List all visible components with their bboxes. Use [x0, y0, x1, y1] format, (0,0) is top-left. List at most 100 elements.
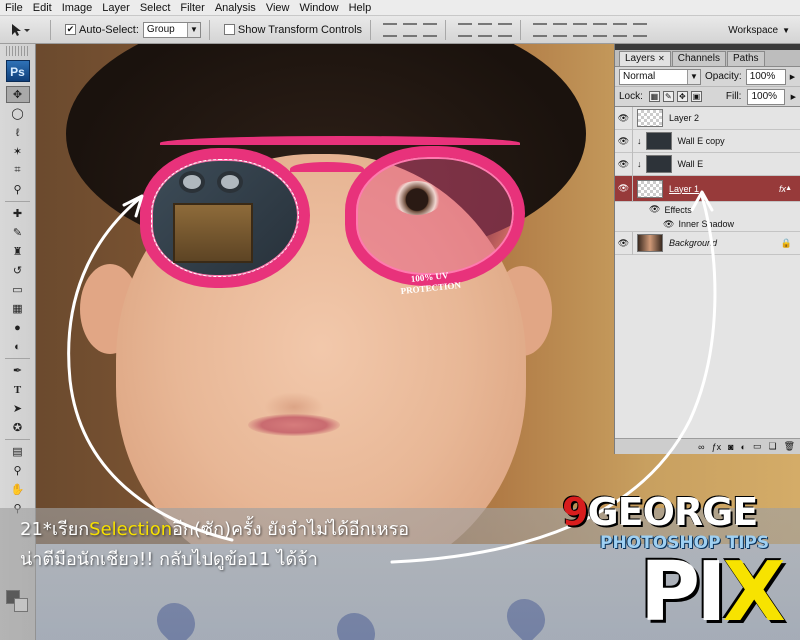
- menu-edit[interactable]: Edit: [28, 0, 57, 16]
- menu-select[interactable]: Select: [135, 0, 176, 16]
- align-top-icon[interactable]: [383, 22, 398, 37]
- distribute-vcenter-icon[interactable]: [553, 22, 568, 37]
- crop-tool-icon[interactable]: ⌗: [6, 162, 30, 179]
- new-layer-icon[interactable]: ❏: [768, 441, 776, 452]
- fill-value: 100%: [751, 91, 778, 102]
- menu-file[interactable]: File: [0, 0, 28, 16]
- chevron-right-icon[interactable]: ▶: [791, 93, 796, 101]
- distribute-hcenter-icon[interactable]: [613, 22, 628, 37]
- chevron-right-icon[interactable]: ▶: [790, 73, 795, 81]
- align-bottom-icon[interactable]: [423, 22, 438, 37]
- logo-pi: PI: [640, 545, 727, 640]
- ps-logo[interactable]: Ps: [5, 60, 30, 82]
- eyedropper-sample-icon[interactable]: ⚲: [6, 462, 30, 479]
- align-hcenter-icon[interactable]: [478, 22, 493, 37]
- menu-layer[interactable]: Layer: [97, 0, 135, 16]
- chevron-down-icon: ▼: [782, 25, 790, 35]
- toolbox-grip[interactable]: [6, 46, 29, 56]
- menu-analysis[interactable]: Analysis: [210, 0, 261, 16]
- opacity-label: Opacity:: [705, 71, 742, 82]
- dodge-tool-icon[interactable]: ◐: [6, 338, 30, 355]
- adjustment-layer-icon[interactable]: ◐: [741, 442, 746, 452]
- path-selection-icon[interactable]: ➤: [6, 400, 30, 417]
- pen-tool-icon[interactable]: ✒: [6, 362, 30, 379]
- layer-row-wall-e-copy[interactable]: 👁 ↓ Wall E copy: [615, 129, 800, 153]
- menu-image[interactable]: Image: [57, 0, 98, 16]
- tab-layers[interactable]: Layers ✕: [619, 51, 671, 66]
- brush-tool-icon[interactable]: ✎: [6, 224, 30, 241]
- layer-name: Layer 2: [669, 113, 700, 123]
- lock-all-icon[interactable]: ▣: [690, 91, 702, 102]
- distribute-bottom-icon[interactable]: [573, 22, 588, 37]
- menu-help[interactable]: Help: [344, 0, 377, 16]
- fill-field[interactable]: 100%: [747, 88, 785, 105]
- align-vcenter-icon[interactable]: [403, 22, 418, 37]
- hand-tool-icon[interactable]: ✋: [6, 481, 30, 498]
- close-icon[interactable]: ✕: [658, 54, 665, 63]
- blend-row: Normal ▼ Opacity: 100% ▶: [615, 67, 800, 87]
- shape-tool-icon[interactable]: ✪: [6, 419, 30, 436]
- gradient-tool-icon[interactable]: ▦: [6, 300, 30, 317]
- auto-select-checkbox[interactable]: ✔: [65, 24, 76, 35]
- show-transform-checkbox[interactable]: [223, 24, 235, 35]
- layer-mask-icon[interactable]: ◙: [728, 442, 733, 452]
- visibility-eye-icon[interactable]: 👁: [615, 106, 633, 130]
- new-group-icon[interactable]: ▭: [753, 441, 762, 452]
- healing-brush-icon[interactable]: ✚: [6, 205, 30, 222]
- type-tool-icon[interactable]: T: [6, 381, 30, 398]
- visibility-eye-icon[interactable]: 👁: [615, 129, 633, 153]
- distribute-left-icon[interactable]: [593, 22, 608, 37]
- caption-highlight: Selection: [89, 519, 173, 540]
- layer-row-layer-1[interactable]: 👁 Layer 1 fx ▲: [615, 175, 800, 202]
- visibility-eye-icon[interactable]: 👁: [615, 152, 633, 176]
- layer-thumbnail: [637, 179, 663, 198]
- trash-icon[interactable]: 🗑: [784, 441, 795, 452]
- caption-line-2: น่าตีมือนักเชียว!! กลับไปดูข้อ11 ได้จ้า: [20, 549, 318, 570]
- distribute-top-icon[interactable]: [533, 22, 548, 37]
- history-brush-icon[interactable]: ↺: [6, 262, 30, 279]
- align-left-icon[interactable]: [458, 22, 473, 37]
- lock-pixels-icon[interactable]: ✎: [662, 91, 674, 102]
- tab-paths[interactable]: Paths: [726, 51, 765, 66]
- tab-layers-label: Layers: [625, 53, 656, 64]
- clone-stamp-icon[interactable]: ♜: [6, 243, 30, 260]
- tool-preset-picker[interactable]: [8, 22, 42, 38]
- divider: [5, 358, 30, 359]
- effects-row[interactable]: 👁 Effects: [615, 202, 800, 217]
- menu-filter[interactable]: Filter: [175, 0, 209, 16]
- workspace-button[interactable]: Workspace ▼: [728, 20, 790, 40]
- layer-row-background[interactable]: 👁 Background 🔒: [615, 231, 800, 255]
- move-tool-icon[interactable]: ✥: [5, 86, 30, 103]
- visibility-eye-icon[interactable]: 👁: [615, 175, 633, 202]
- layer-name: Layer 1: [669, 183, 700, 194]
- link-layers-icon[interactable]: ∞: [698, 442, 704, 452]
- divider: [370, 19, 372, 40]
- blur-tool-icon[interactable]: ●: [6, 319, 30, 336]
- lock-transparency-icon[interactable]: ▦: [648, 91, 660, 102]
- opacity-value: 100%: [749, 71, 776, 82]
- layer-row-wall-e[interactable]: 👁 ↓ Wall E: [615, 152, 800, 176]
- notes-tool-icon[interactable]: ▤: [6, 443, 30, 460]
- marquee-tool-icon[interactable]: ◯: [6, 105, 30, 122]
- layer-style-icon[interactable]: ƒx: [712, 442, 722, 452]
- inner-shadow-row[interactable]: 👁 Inner Shadow: [615, 217, 800, 232]
- opacity-field[interactable]: 100%: [745, 68, 786, 85]
- menu-view[interactable]: View: [261, 0, 295, 16]
- blend-mode-dropdown[interactable]: Normal ▼: [619, 68, 701, 85]
- visibility-eye-icon[interactable]: 👁: [649, 204, 660, 215]
- chevron-down-icon[interactable]: ▲: [785, 185, 792, 192]
- distribute-right-icon[interactable]: [633, 22, 648, 37]
- magic-wand-icon[interactable]: ✶: [6, 143, 30, 160]
- eyedropper-tool-icon[interactable]: ⚲: [6, 181, 30, 198]
- visibility-eye-icon[interactable]: 👁: [663, 219, 674, 230]
- lasso-tool-icon[interactable]: ℓ: [6, 124, 30, 141]
- layer-row-layer-2[interactable]: 👁 Layer 2: [615, 106, 800, 130]
- tab-channels[interactable]: Channels: [671, 51, 726, 66]
- divider: [520, 19, 522, 40]
- visibility-eye-icon[interactable]: 👁: [615, 231, 633, 255]
- align-right-icon[interactable]: [498, 22, 513, 37]
- lock-position-icon[interactable]: ✥: [676, 91, 688, 102]
- eraser-tool-icon[interactable]: ▭: [6, 281, 30, 298]
- auto-select-dropdown[interactable]: Group ▼: [142, 21, 201, 38]
- menu-window[interactable]: Window: [294, 0, 343, 16]
